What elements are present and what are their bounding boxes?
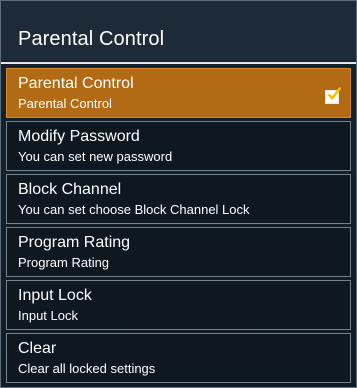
menu-item-input-lock[interactable]: Input Lock Input Lock — [6, 280, 351, 330]
menu-item-title: Input Lock — [18, 287, 92, 304]
page-title: Parental Control — [18, 28, 165, 50]
menu-item-description: You can set new password — [18, 149, 173, 164]
menu-item-title: Parental Control — [18, 75, 134, 92]
menu-item-description: You can set choose Block Channel Lock — [18, 202, 250, 217]
menu-item-description: Input Lock — [18, 308, 78, 323]
menu-item-parental-control[interactable]: Parental Control Parental Control — [6, 68, 351, 118]
menu-item-title: Program Rating — [18, 234, 131, 251]
menu-item-title: Modify Password — [18, 128, 140, 145]
menu-item-block-channel[interactable]: Block Channel You can set choose Block C… — [6, 174, 351, 224]
menu-item-clear[interactable]: Clear Clear all locked settings — [6, 333, 351, 383]
menu-item-title: Clear — [18, 340, 57, 357]
menu-item-program-rating[interactable]: Program Rating Program Rating — [6, 227, 351, 277]
menu-item-title: Block Channel — [18, 181, 122, 198]
title-divider — [1, 62, 356, 64]
menu-item-modify-password[interactable]: Modify Password You can set new password — [6, 121, 351, 171]
menu-item-description: Parental Control — [18, 96, 112, 111]
menu-item-description: Program Rating — [18, 255, 110, 270]
parental-control-panel: Parental Control Parental Control Parent… — [0, 0, 357, 388]
title-bar: Parental Control — [1, 1, 356, 61]
menu-item-description: Clear all locked settings — [18, 361, 156, 376]
checkmark-icon[interactable] — [325, 87, 341, 104]
